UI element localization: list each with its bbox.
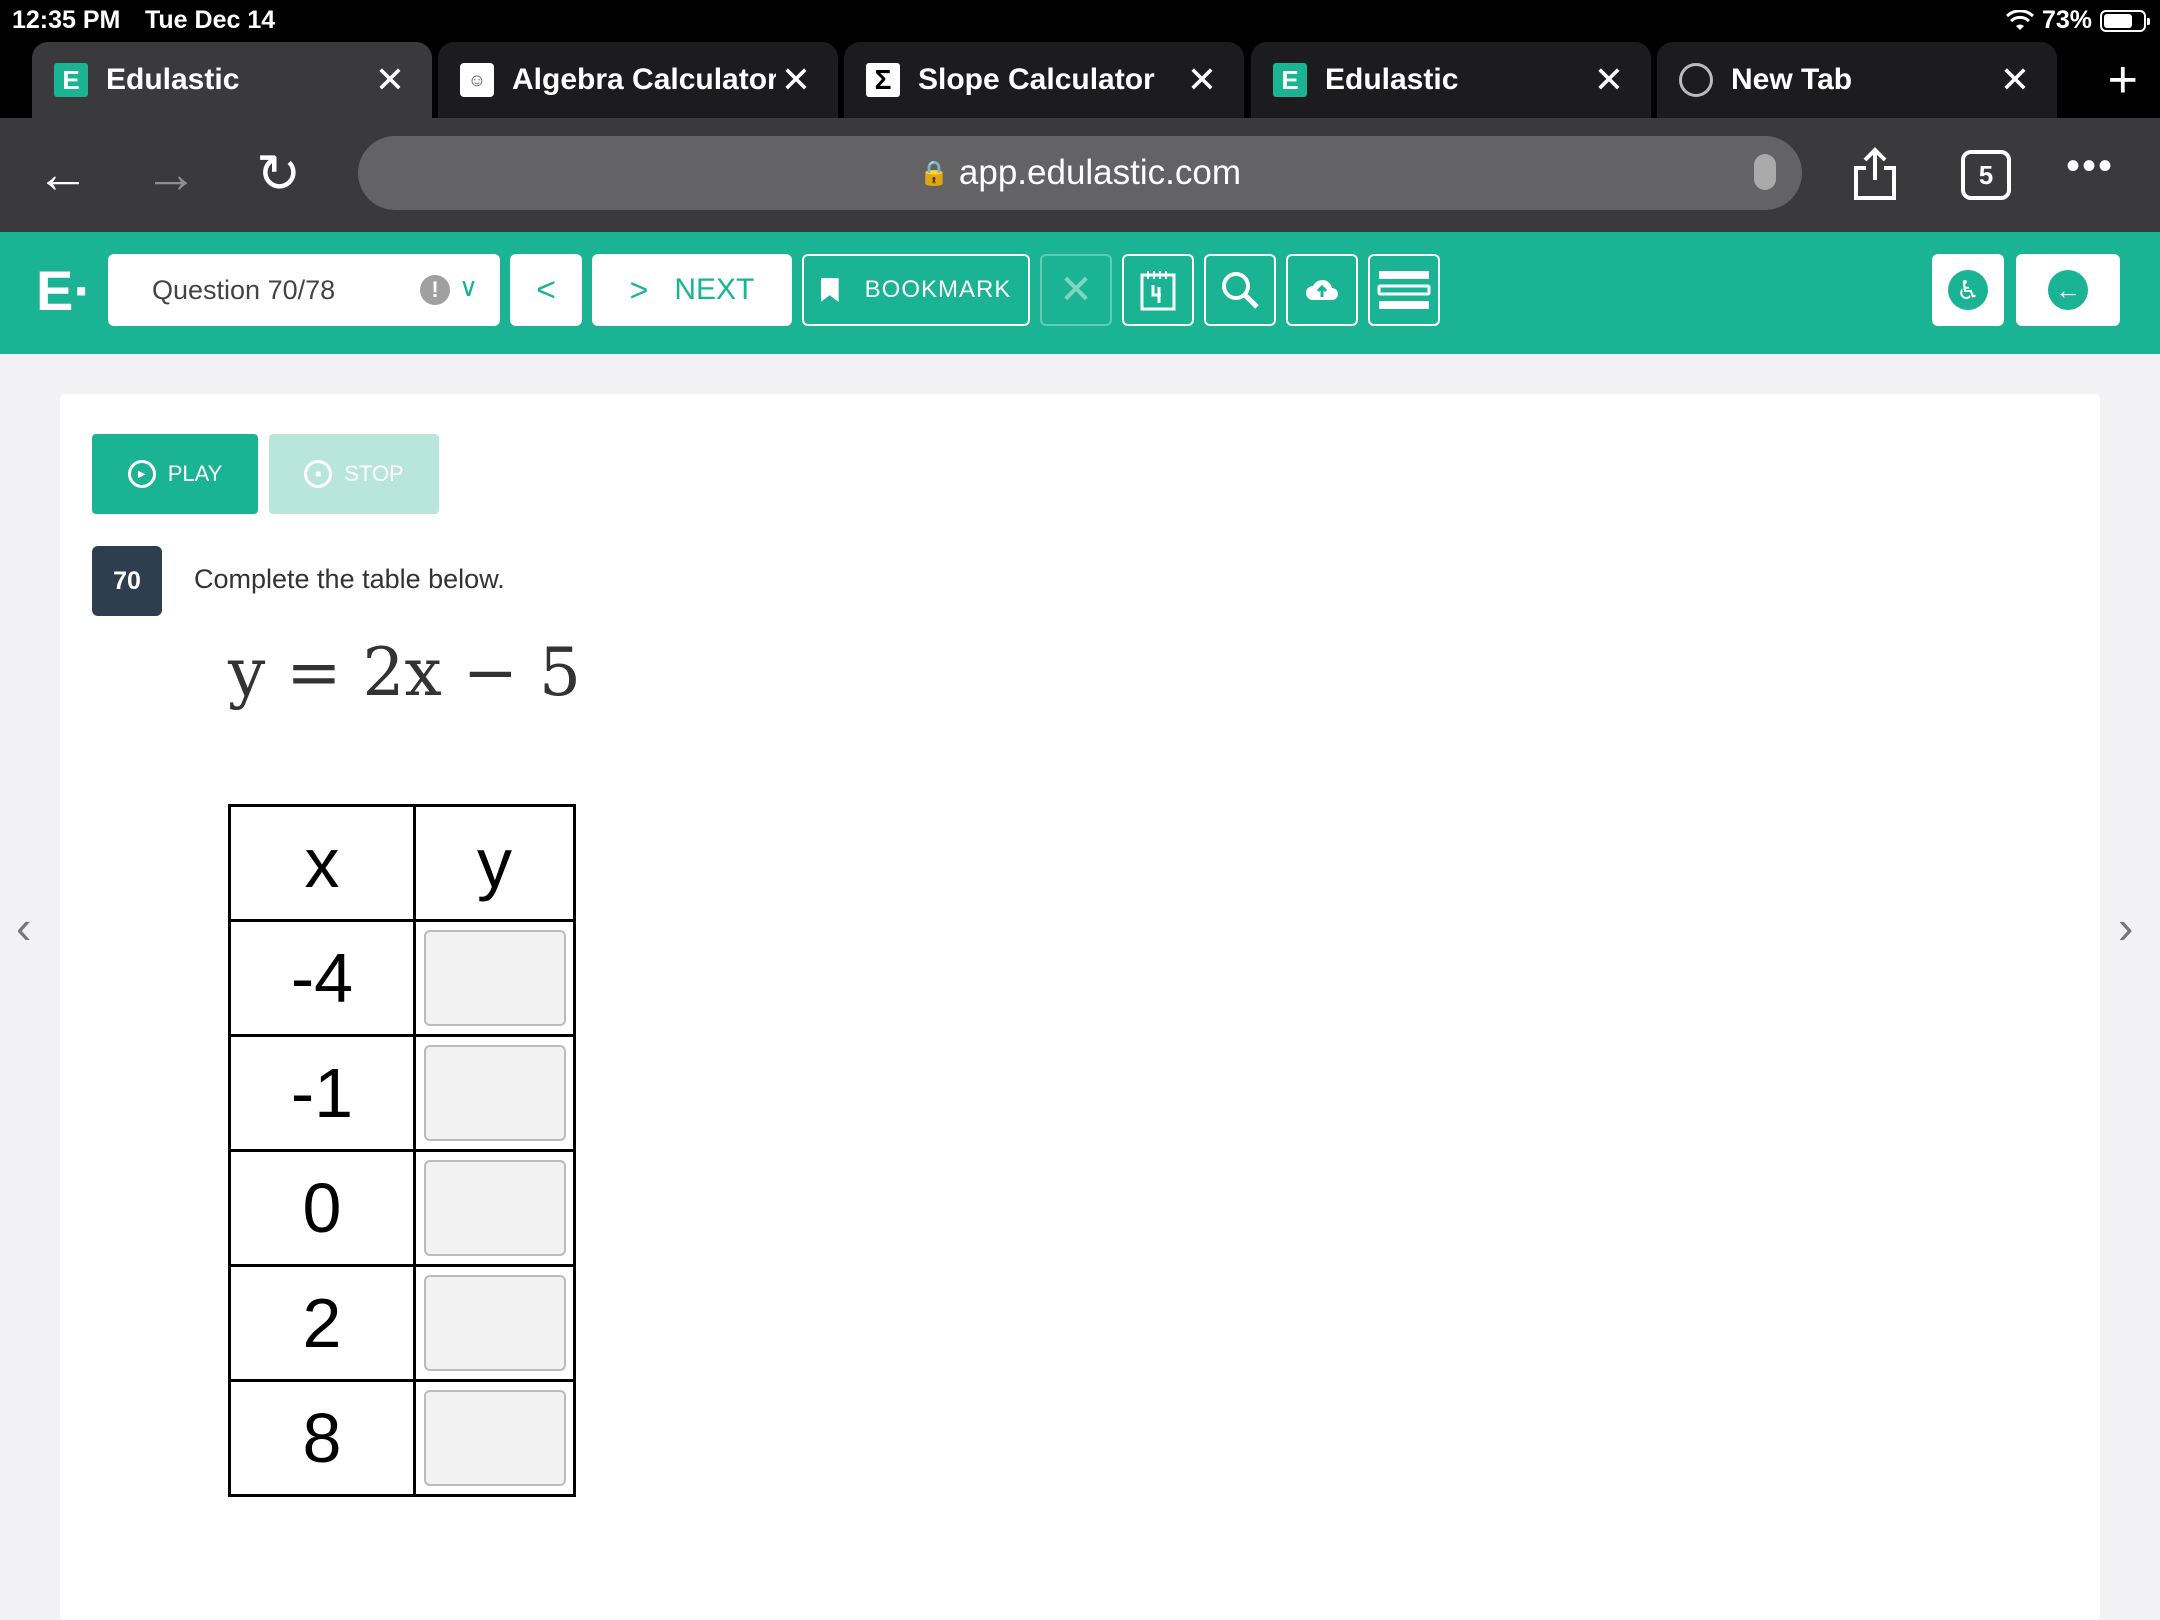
scratchpad-button[interactable] <box>1122 254 1194 326</box>
close-icon[interactable]: ✕ <box>1995 59 2035 101</box>
table-row: -1 <box>228 1034 576 1152</box>
next-button[interactable]: > NEXT <box>592 254 792 326</box>
battery-icon <box>2100 9 2150 32</box>
table-header-y: y <box>413 804 576 922</box>
exit-button[interactable]: ← <box>2016 254 2120 326</box>
table-row: 8 <box>228 1379 576 1497</box>
address-bar[interactable]: 🔒 app.edulastic.com <box>358 136 1802 210</box>
y-answer-input[interactable] <box>423 930 566 1026</box>
eliminator-button[interactable]: ✕ <box>1040 254 1112 326</box>
y-answer-input[interactable] <box>423 1160 566 1256</box>
calculator-icon: ☺ <box>460 63 494 97</box>
next-label: NEXT <box>674 273 755 306</box>
question-selector[interactable]: Question 70/78 ! ∨ <box>108 254 500 326</box>
url-text: app.edulastic.com <box>958 153 1241 192</box>
close-icon[interactable]: ✕ <box>1182 59 1222 101</box>
upload-button[interactable] <box>1286 254 1358 326</box>
more-icon[interactable]: ••• <box>2066 144 2114 189</box>
search-icon <box>1222 272 1259 309</box>
tab-title: Algebra Calculator - <box>512 63 776 96</box>
menu-icon <box>1377 271 1431 309</box>
edulastic-logo: E· <box>36 259 92 322</box>
sigma-icon: Σ <box>866 63 900 97</box>
close-icon[interactable]: ✕ <box>776 59 816 101</box>
tab-title: New Tab <box>1731 63 1853 96</box>
equation: y = 2x − 5 <box>228 634 582 711</box>
chevron-right-icon: > <box>629 271 649 308</box>
lock-icon: 🔒 <box>919 159 949 187</box>
y-answer-input[interactable] <box>423 1045 566 1141</box>
stop-icon: ■ <box>304 460 333 488</box>
bookmark-button[interactable]: BOOKMARK <box>802 254 1030 326</box>
tab-strip: E Edulastic ✕ ☺ Algebra Calculator - ✕ Σ… <box>0 42 2160 118</box>
table-header-row: x y <box>228 804 576 922</box>
chevron-left-icon[interactable]: ‹ <box>16 900 31 954</box>
question-selector-label: Question 70/78 <box>152 274 336 305</box>
new-tab-icon[interactable]: + <box>2108 54 2138 106</box>
status-bar: 12:35 PM Tue Dec 14 73% <box>0 0 2160 42</box>
play-label: PLAY <box>167 461 223 486</box>
previous-button[interactable]: < <box>510 254 582 326</box>
close-icon[interactable]: ✕ <box>370 59 410 101</box>
browser-tab-2[interactable]: ☺ Algebra Calculator - ✕ <box>438 42 838 118</box>
cross-icon: ✕ <box>1059 268 1093 312</box>
share-icon[interactable] <box>1852 146 1898 202</box>
bookmark-label: BOOKMARK <box>864 276 1012 303</box>
play-button[interactable]: ▶ PLAY <box>92 434 258 514</box>
stop-button[interactable]: ■ STOP <box>269 434 439 514</box>
y-answer-input[interactable] <box>423 1390 566 1486</box>
x-value: 2 <box>228 1264 416 1382</box>
table-header-x: x <box>228 804 416 922</box>
tab-title: Edulastic <box>1325 63 1459 96</box>
chevron-right-icon[interactable]: › <box>2118 900 2133 954</box>
edulastic-icon: E <box>1273 63 1307 97</box>
forward-arrow-icon[interactable]: → <box>144 144 198 204</box>
tab-switcher-button[interactable]: 5 <box>1961 150 2011 200</box>
bookmark-icon <box>820 278 839 302</box>
table-row: 0 <box>228 1149 576 1267</box>
question-prompt: Complete the table below. <box>194 564 505 594</box>
arrow-left-icon: ← <box>2048 270 2088 310</box>
browser-tab-4[interactable]: E Edulastic ✕ <box>1251 42 1651 118</box>
xy-table: x y -4 -1 0 2 8 <box>228 804 576 1497</box>
y-answer-input[interactable] <box>423 1275 566 1371</box>
question-card: ▶ PLAY ■ STOP 70 Complete the table belo… <box>60 394 2100 1620</box>
x-value: -1 <box>228 1034 416 1152</box>
x-value: -4 <box>228 919 416 1037</box>
globe-icon <box>1679 63 1713 97</box>
play-icon: ▶ <box>127 460 156 488</box>
table-row: -4 <box>228 919 576 1037</box>
microphone-icon[interactable] <box>1754 154 1776 190</box>
question-number: 70 <box>92 546 162 616</box>
back-arrow-icon[interactable]: ← <box>36 144 90 204</box>
scratchpad-icon <box>1140 271 1176 311</box>
browser-tab-1[interactable]: E Edulastic ✕ <box>32 42 432 118</box>
wifi-icon <box>2005 9 2034 30</box>
stop-label: STOP <box>344 461 404 486</box>
chevron-left-icon: < <box>536 270 556 309</box>
accessibility-icon: ♿ <box>1948 270 1988 310</box>
cloud-upload-icon <box>1306 279 1338 300</box>
reload-icon[interactable]: ↻ <box>256 144 301 204</box>
tab-title: Slope Calculator <box>918 63 1155 96</box>
browser-toolbar: ← → ↻ 🔒 app.edulastic.com 5 ••• <box>0 118 2160 232</box>
menu-button[interactable] <box>1368 254 1440 326</box>
edulastic-icon: E <box>54 63 88 97</box>
x-value: 0 <box>228 1149 416 1267</box>
status-date: Tue Dec 14 <box>145 6 276 34</box>
chevron-down-icon: ∨ <box>458 272 478 302</box>
table-row: 2 <box>228 1264 576 1382</box>
magnifier-button[interactable] <box>1204 254 1276 326</box>
x-value: 8 <box>228 1379 416 1497</box>
tab-title: Edulastic <box>106 63 240 96</box>
accessibility-button[interactable]: ♿ <box>1932 254 2004 326</box>
browser-tab-3[interactable]: Σ Slope Calculator ✕ <box>844 42 1244 118</box>
edulastic-header: E· Question 70/78 ! ∨ < > NEXT BOOKMARK … <box>0 232 2160 354</box>
warning-icon: ! <box>420 275 450 305</box>
battery-percent: 73% <box>2041 6 2092 34</box>
close-icon[interactable]: ✕ <box>1589 59 1629 101</box>
status-time: 12:35 PM <box>12 6 121 34</box>
browser-tab-5[interactable]: New Tab ✕ <box>1657 42 2057 118</box>
